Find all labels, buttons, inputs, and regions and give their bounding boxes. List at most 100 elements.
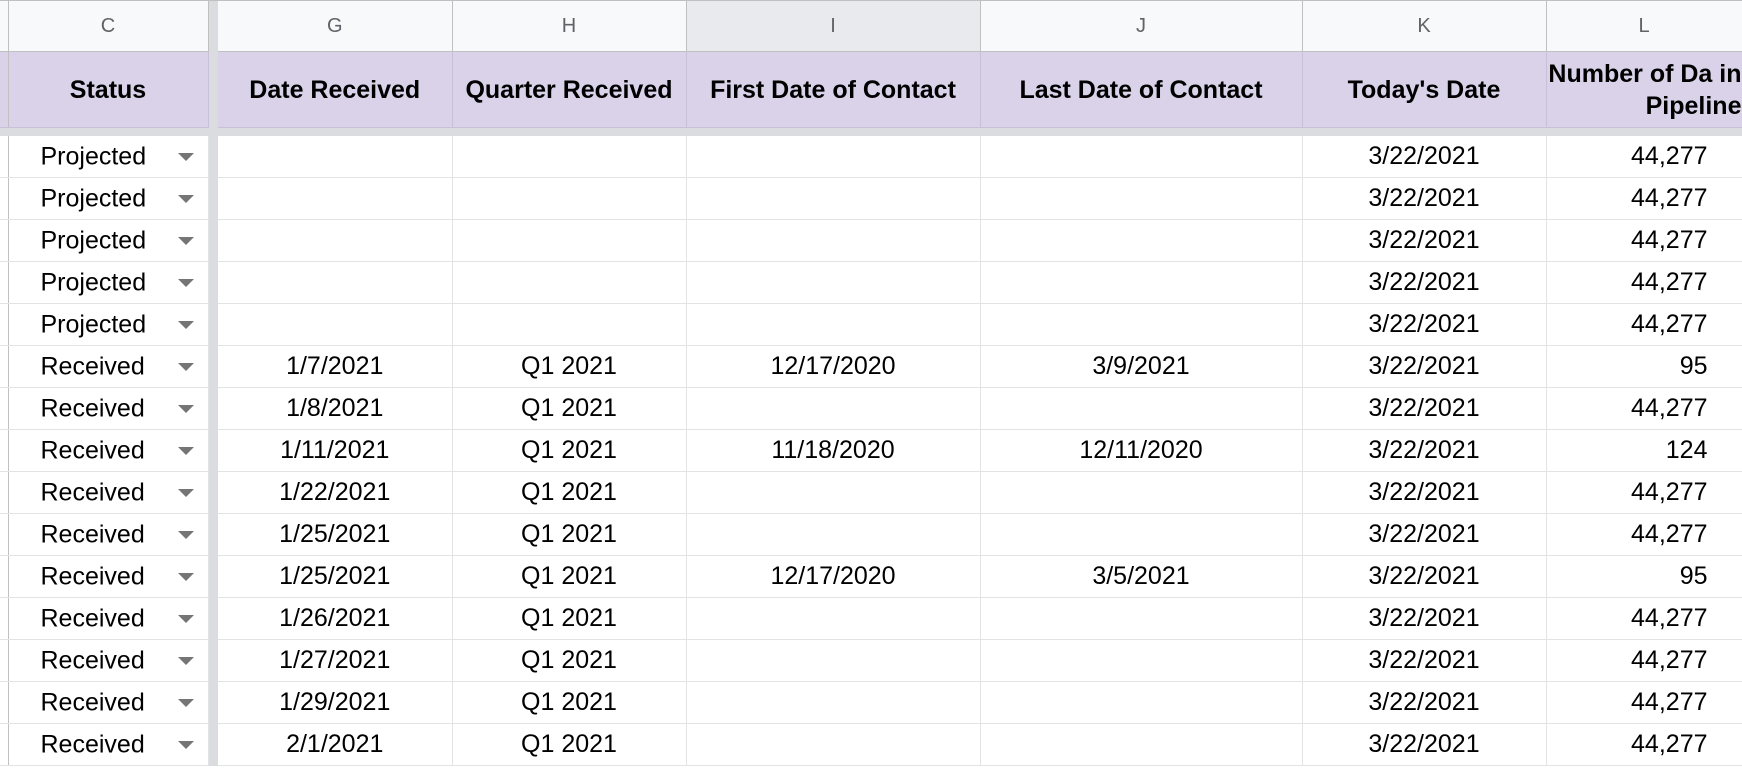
days-in-pipeline-cell[interactable]: 44,277 [1546,136,1742,178]
last-contact-cell[interactable] [980,219,1303,262]
todays-date-cell[interactable]: 3/22/2021 [1302,136,1547,178]
date-received-cell[interactable]: 1/26/2021 [218,597,453,640]
dropdown-arrow-icon[interactable] [177,572,194,581]
days-in-pipeline-cell[interactable]: 124 [1546,429,1742,472]
days-in-pipeline-cell[interactable]: 44,277 [1546,261,1742,304]
date-received-cell[interactable]: 1/25/2021 [218,513,453,556]
quarter-received-cell[interactable]: Q1 2021 [452,345,687,388]
dropdown-arrow-icon[interactable] [177,446,194,455]
status-dropdown-cell[interactable]: Projected [8,177,209,220]
days-in-pipeline-cell[interactable]: 95 [1546,555,1742,598]
dropdown-arrow-icon[interactable] [177,698,194,707]
date-received-cell[interactable] [218,136,453,178]
first-contact-cell[interactable] [686,136,981,178]
column-letter-i[interactable]: I [686,0,981,52]
todays-date-cell[interactable]: 3/22/2021 [1302,513,1547,556]
days-in-pipeline-cell[interactable]: 44,277 [1546,681,1742,724]
first-contact-cell[interactable] [686,723,981,766]
status-dropdown-cell[interactable]: Received [8,513,209,556]
column-letter-g[interactable]: G [218,0,453,52]
quarter-received-cell[interactable] [452,303,687,346]
dropdown-arrow-icon[interactable] [177,320,194,329]
date-received-cell[interactable]: 1/7/2021 [218,345,453,388]
days-in-pipeline-cell[interactable]: 44,277 [1546,177,1742,220]
first-contact-cell[interactable]: 11/18/2020 [686,429,981,472]
column-letter-c[interactable]: C [8,0,209,52]
quarter-received-cell[interactable]: Q1 2021 [452,471,687,514]
quarter-received-cell[interactable] [452,177,687,220]
quarter-received-cell[interactable]: Q1 2021 [452,597,687,640]
first-contact-cell[interactable] [686,597,981,640]
date-received-cell[interactable] [218,303,453,346]
todays-date-cell[interactable]: 3/22/2021 [1302,177,1547,220]
column-letter-h[interactable]: H [452,0,687,52]
quarter-received-cell[interactable] [452,219,687,262]
frozen-row-divider[interactable] [0,127,1742,136]
todays-date-cell[interactable]: 3/22/2021 [1302,639,1547,682]
status-dropdown-cell[interactable]: Received [8,345,209,388]
dropdown-arrow-icon[interactable] [177,404,194,413]
status-dropdown-cell[interactable]: Projected [8,219,209,262]
dropdown-arrow-icon[interactable] [177,614,194,623]
status-dropdown-cell[interactable]: Projected [8,136,209,178]
quarter-received-cell[interactable]: Q1 2021 [452,681,687,724]
todays-date-cell[interactable]: 3/22/2021 [1302,345,1547,388]
days-in-pipeline-cell[interactable]: 44,277 [1546,597,1742,640]
status-dropdown-cell[interactable]: Received [8,723,209,766]
todays-date-cell[interactable]: 3/22/2021 [1302,219,1547,262]
header-status[interactable]: Status [8,51,209,128]
quarter-received-cell[interactable]: Q1 2021 [452,639,687,682]
header-number-of-days-in-pipeline[interactable]: Number of Da in Pipeline [1546,51,1742,128]
first-contact-cell[interactable] [686,219,981,262]
todays-date-cell[interactable]: 3/22/2021 [1302,261,1547,304]
days-in-pipeline-cell[interactable]: 44,277 [1546,219,1742,262]
column-letter-l[interactable]: L [1546,0,1742,52]
first-contact-cell[interactable] [686,513,981,556]
first-contact-cell[interactable]: 12/17/2020 [686,555,981,598]
first-contact-cell[interactable] [686,471,981,514]
date-received-cell[interactable]: 1/22/2021 [218,471,453,514]
dropdown-arrow-icon[interactable] [177,740,194,749]
todays-date-cell[interactable]: 3/22/2021 [1302,597,1547,640]
last-contact-cell[interactable] [980,177,1303,220]
status-dropdown-cell[interactable]: Received [8,681,209,724]
date-received-cell[interactable]: 2/1/2021 [218,723,453,766]
header-todays-date[interactable]: Today's Date [1302,51,1547,128]
dropdown-arrow-icon[interactable] [177,152,194,161]
last-contact-cell[interactable]: 3/9/2021 [980,345,1303,388]
todays-date-cell[interactable]: 3/22/2021 [1302,387,1547,430]
quarter-received-cell[interactable] [452,261,687,304]
dropdown-arrow-icon[interactable] [177,488,194,497]
date-received-cell[interactable] [218,261,453,304]
header-last-date-of-contact[interactable]: Last Date of Contact [980,51,1303,128]
column-letter-k[interactable]: K [1302,0,1547,52]
todays-date-cell[interactable]: 3/22/2021 [1302,303,1547,346]
last-contact-cell[interactable] [980,639,1303,682]
last-contact-cell[interactable] [980,597,1303,640]
todays-date-cell[interactable]: 3/22/2021 [1302,555,1547,598]
dropdown-arrow-icon[interactable] [177,236,194,245]
status-dropdown-cell[interactable]: Received [8,387,209,430]
last-contact-cell[interactable]: 12/11/2020 [980,429,1303,472]
date-received-cell[interactable]: 1/11/2021 [218,429,453,472]
last-contact-cell[interactable] [980,387,1303,430]
quarter-received-cell[interactable]: Q1 2021 [452,723,687,766]
status-dropdown-cell[interactable]: Received [8,555,209,598]
quarter-received-cell[interactable]: Q1 2021 [452,387,687,430]
days-in-pipeline-cell[interactable]: 44,277 [1546,513,1742,556]
dropdown-arrow-icon[interactable] [177,530,194,539]
last-contact-cell[interactable] [980,136,1303,178]
days-in-pipeline-cell[interactable]: 44,277 [1546,723,1742,766]
date-received-cell[interactable] [218,219,453,262]
status-dropdown-cell[interactable]: Received [8,597,209,640]
column-letter-j[interactable]: J [980,0,1303,52]
todays-date-cell[interactable]: 3/22/2021 [1302,471,1547,514]
quarter-received-cell[interactable]: Q1 2021 [452,513,687,556]
status-dropdown-cell[interactable]: Projected [8,261,209,304]
days-in-pipeline-cell[interactable]: 44,277 [1546,387,1742,430]
last-contact-cell[interactable] [980,303,1303,346]
first-contact-cell[interactable]: 12/17/2020 [686,345,981,388]
date-received-cell[interactable]: 1/8/2021 [218,387,453,430]
dropdown-arrow-icon[interactable] [177,362,194,371]
status-dropdown-cell[interactable]: Received [8,639,209,682]
